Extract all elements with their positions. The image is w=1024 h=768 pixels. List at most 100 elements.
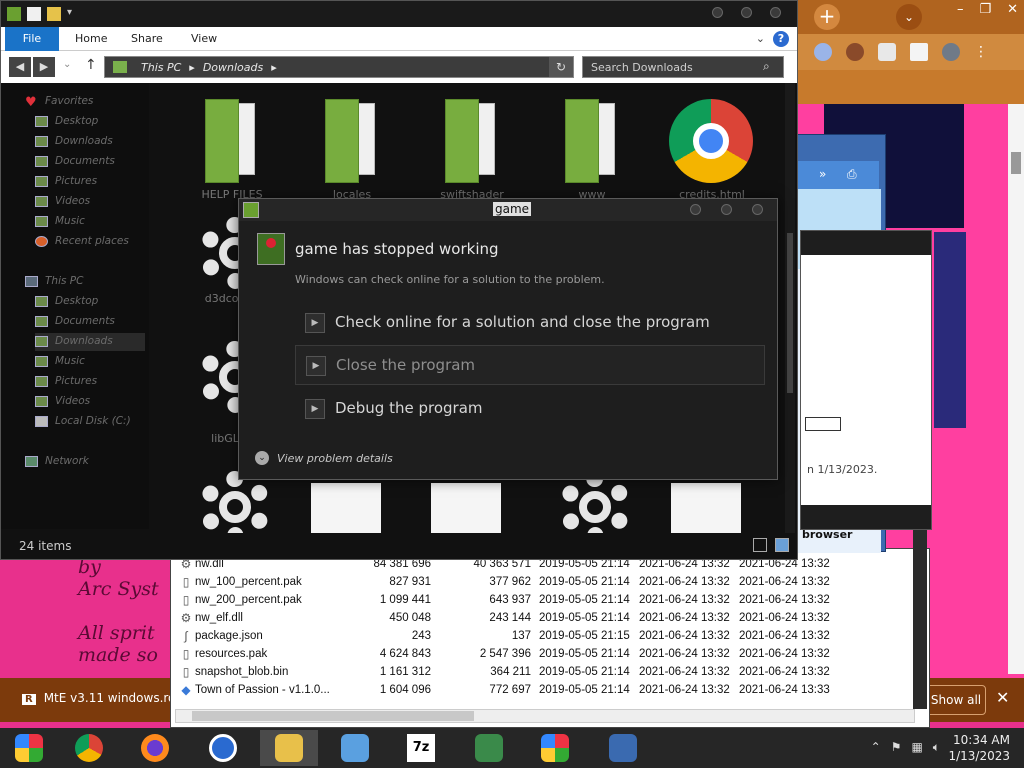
taskbar-network-app[interactable] [326,730,384,766]
tab-share[interactable]: Share [131,27,163,51]
taskbar-app-2[interactable] [460,730,518,766]
minimize-button[interactable] [690,204,701,215]
flag-icon[interactable]: ⚑ [891,740,902,755]
sidepanel-icon[interactable] [910,43,928,61]
network-icon[interactable]: ▦ [911,740,922,755]
forward-button[interactable]: ▶ [33,57,55,77]
packed-size-cell: 772 697 [489,684,531,696]
restore-icon[interactable]: ❐ [979,2,991,17]
table-row[interactable]: ▯ nw_100_percent.pak 827 931 377 962 2019-05… [175,573,911,591]
packed-size-cell: 643 937 [489,594,531,606]
table-row[interactable]: ◆ Town of Passion - v1.1.0... 1 604 096 772… [175,681,911,699]
breadcrumb-this-pc[interactable]: This PC [141,61,181,74]
help-icon[interactable]: ? [773,31,789,47]
page-scrollbar[interactable] [1008,104,1024,674]
taskbar-firefox[interactable] [126,730,184,766]
scrollbar-thumb[interactable] [787,233,793,393]
refresh-icon[interactable]: ↻ [549,57,573,77]
show-all-button[interactable]: Show all [926,685,986,715]
close-icon[interactable]: ✕ [1007,2,1018,17]
windows-logo-icon [15,734,43,762]
profile-icon[interactable] [942,43,960,61]
file-name-cell: package.json [195,630,263,642]
close-button[interactable] [752,204,763,215]
folder-icon [565,99,623,183]
properties-icon[interactable] [27,7,41,21]
tab-file[interactable]: File [5,27,59,51]
created-cell: 2021-06-24 13:32 [639,666,730,678]
created-cell: 2021-06-24 13:32 [639,594,730,606]
up-arrow-icon[interactable]: ↑ [85,57,97,73]
table-row[interactable]: ▯ resources.pak 4 624 843 2 547 396 2019-05-… [175,645,911,663]
minimize-icon[interactable]: – [957,2,964,17]
search-icon[interactable]: ⌕ [763,59,779,75]
accessed-cell: 2021-06-24 13:32 [739,666,830,678]
maximize-button[interactable] [721,204,732,215]
extension-icon[interactable] [814,43,832,61]
table-row[interactable]: ∫ package.json 243 137 2019-05-05 21:15 2021-… [175,627,911,645]
minimize-button[interactable] [712,7,723,18]
check-online-option[interactable]: ▶ Check online for a solution and close … [295,303,765,343]
tab-view[interactable]: View [191,27,217,51]
menu-icon[interactable]: ⋮ [974,44,988,60]
scrollbar-thumb[interactable] [1011,152,1021,174]
start-button[interactable] [0,730,58,766]
print-icon[interactable]: ⎙ [847,167,857,182]
recent-locations-icon[interactable]: ⌄ [63,59,71,70]
size-cell: 243 [411,630,431,642]
close-program-option[interactable]: ▶ Close the program [295,345,765,385]
file-item-help-files[interactable]: HELP FILES [177,89,287,201]
view-problem-details[interactable]: ⌄ View problem details [255,451,393,465]
debug-program-option[interactable]: ▶ Debug the program [295,389,765,429]
accessed-cell: 2021-06-24 13:33 [739,684,830,696]
table-row[interactable]: ▯ snapshot_blob.bin 1 161 312 364 211 2019-0… [175,663,911,681]
details-view-icon[interactable] [753,538,767,552]
sidebar-item-downloads-selected[interactable]: Downloads [35,333,145,351]
maximize-button[interactable] [741,7,752,18]
close-icon[interactable]: ✕ [996,688,1009,707]
taskbar-file-explorer[interactable] [260,730,318,766]
taskbar-chrome[interactable] [60,730,118,766]
back-button[interactable]: ◀ [9,57,31,77]
tab-search-button[interactable]: ⌄ [896,4,922,30]
address-bar[interactable]: This PC ▸ Downloads ▸ ↻ [104,56,574,78]
videos-icon [35,396,48,407]
taskbar-7zip[interactable]: 7z [392,730,450,766]
taskbar-app-4[interactable] [594,730,652,766]
chevron-down-icon[interactable]: ⌄ [756,32,765,45]
large-icons-view-icon[interactable] [775,538,789,552]
volume-icon[interactable]: 🔈︎ [933,740,940,755]
file-item-locales[interactable]: locales [297,89,407,201]
chevron-up-icon[interactable]: ⌃ [871,740,881,755]
app-toolbar: » ⎙ [797,161,879,189]
taskbar-app-3[interactable] [526,730,584,766]
file-icon: ▯ [182,593,190,607]
chevron-down-icon[interactable]: ▾ [67,7,72,21]
horizontal-scrollbar[interactable] [175,709,915,723]
tab-home[interactable]: Home [75,27,107,51]
table-row[interactable]: ▯ nw_200_percent.pak 1 099 441 643 937 2019-… [175,591,911,609]
file-item-www[interactable]: www [537,89,647,201]
vertical-scrollbar[interactable] [785,83,795,533]
table-row[interactable]: ⚙ nw_elf.dll 450 048 243 144 2019-05-05 21:1… [175,609,911,627]
clock[interactable]: 10:34 AM 1/13/2023 [948,732,1010,764]
search-input[interactable]: Search Downloads ⌕ [582,56,784,78]
breadcrumb-downloads[interactable]: Downloads [203,61,263,74]
text-input-box[interactable] [805,417,841,431]
new-folder-icon[interactable] [47,7,61,21]
computer-icon [25,276,38,287]
new-tab-button[interactable]: + [814,4,840,30]
puzzle-icon[interactable] [878,43,896,61]
file-item-swiftshader[interactable]: swiftshader [417,89,527,201]
avatar-extension-icon[interactable] [846,43,864,61]
download-item[interactable]: R MtE v3.11 windows.ro [22,691,175,705]
close-button[interactable] [770,7,781,18]
error-subtitle: Windows can check online for a solution … [295,273,605,286]
chevron-right-icon[interactable]: » [819,167,826,181]
scrollbar-thumb[interactable] [192,711,474,721]
taskbar-app[interactable] [194,730,252,766]
folder-icon[interactable] [7,7,21,21]
modified-cell: 2019-05-05 21:14 [539,648,630,660]
diamond-icon: ◆ [181,683,191,697]
file-item-credits[interactable]: credits.html [657,89,767,201]
